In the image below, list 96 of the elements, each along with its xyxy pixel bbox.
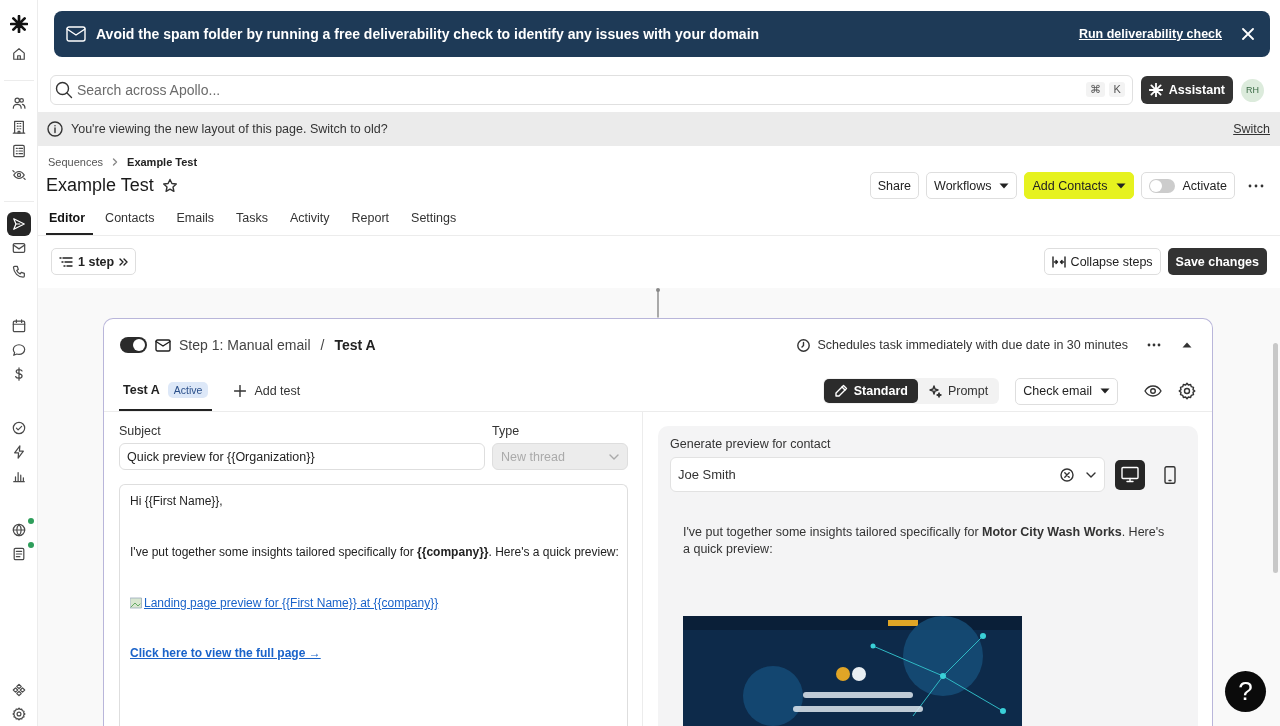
page-title: Example Test xyxy=(46,175,154,196)
bar-chart-icon[interactable] xyxy=(11,469,26,483)
star-icon[interactable] xyxy=(161,177,178,194)
caret-down-icon xyxy=(1100,388,1110,394)
contact-select[interactable]: Joe Smith xyxy=(670,457,1105,492)
scrollbar[interactable] xyxy=(1273,343,1278,573)
switch-link[interactable]: Switch xyxy=(1233,122,1270,136)
view-page-link[interactable]: Click here to view the full page → xyxy=(130,646,321,660)
close-icon[interactable] xyxy=(1242,28,1254,40)
email-paragraph: I've put together some insights tailored specifically for {{company}}. Here's a quick preview: xyxy=(130,544,617,561)
help-button[interactable]: ? xyxy=(1225,671,1266,712)
workflows-dropdown[interactable]: Workflows xyxy=(926,172,1018,199)
share-button[interactable]: Share xyxy=(869,172,920,199)
calendar-icon[interactable] xyxy=(11,319,26,333)
check-email-dropdown[interactable]: Check email xyxy=(1015,377,1118,405)
tab[interactable]: Editor xyxy=(46,203,94,235)
chevron-right-icon xyxy=(112,158,119,166)
field-label: Subject xyxy=(119,424,162,438)
breadcrumb-link[interactable]: Sequences xyxy=(48,156,104,168)
shortcut-key: K xyxy=(1109,82,1125,97)
mode-tab[interactable]: Standard xyxy=(823,379,918,403)
search-icon xyxy=(55,81,73,99)
mode-tab[interactable]: Prompt xyxy=(917,379,999,403)
image-link[interactable]: Landing page preview for {{First Name}} at {{company}} xyxy=(144,594,439,612)
chat-icon[interactable] xyxy=(11,343,26,357)
building-icon[interactable] xyxy=(11,120,26,134)
tab[interactable]: Contacts xyxy=(95,203,165,235)
save-changes-button[interactable]: Save changes xyxy=(1167,248,1267,275)
device-toggle[interactable] xyxy=(1115,459,1145,490)
more-icon[interactable] xyxy=(1147,343,1161,347)
preview-paragraph: I've put together some insights tailored specifically for Motor City Wash Works. Here's a quick preview: xyxy=(683,524,1166,558)
double-chevron-icon xyxy=(119,257,129,266)
caret-down-icon xyxy=(1115,182,1126,189)
pencil-icon xyxy=(833,384,848,398)
tab[interactable]: Tasks xyxy=(225,203,278,235)
more-icon[interactable] xyxy=(1248,183,1264,188)
add-contacts-button[interactable]: Add Contacts xyxy=(1024,172,1134,199)
collapse-steps-button[interactable]: Collapse steps xyxy=(1043,248,1161,275)
chevron-down-icon xyxy=(1086,471,1096,478)
list-icon[interactable] xyxy=(11,144,26,158)
deliverability-link[interactable]: Run deliverability check xyxy=(1078,27,1222,41)
steps-button[interactable]: 1 step xyxy=(51,248,137,275)
mail-icon[interactable] xyxy=(11,241,26,255)
mail-icon xyxy=(155,338,171,352)
separator: / xyxy=(320,337,325,353)
banner-message: Avoid the spam folder by running a free deliverability check to identify any issues with your domain xyxy=(96,26,761,42)
user-avatar[interactable]: RH xyxy=(1241,78,1264,102)
globe-icon[interactable] xyxy=(11,523,26,537)
eye-icon[interactable] xyxy=(1144,385,1162,397)
connector-line xyxy=(655,288,661,318)
notice-text: You're viewing the new layout of this page. Switch to old? xyxy=(71,122,389,136)
add-test-button[interactable]: Add test xyxy=(228,371,307,411)
people-icon[interactable] xyxy=(11,96,26,110)
collapse-icon xyxy=(1051,255,1066,268)
tab[interactable]: Settings xyxy=(401,203,467,235)
bolt-icon[interactable] xyxy=(11,445,26,459)
list-icon xyxy=(59,255,73,268)
tab[interactable]: Report xyxy=(341,203,400,235)
clear-icon[interactable] xyxy=(1060,467,1074,482)
home-icon[interactable] xyxy=(11,47,26,61)
tab[interactable]: Activity xyxy=(279,203,340,235)
email-paragraph: Hi {{First Name}}, xyxy=(130,493,224,510)
step-title: Step 1: Manual email xyxy=(179,337,311,353)
preview-label: Generate preview for contact xyxy=(670,437,832,451)
sparkle-icon xyxy=(927,384,942,398)
broken-image-icon xyxy=(130,597,142,609)
send-icon[interactable] xyxy=(11,217,26,231)
schedule-text: Schedules task immediately with due date in 30 minutes xyxy=(817,338,1128,352)
assistant-button[interactable]: Assistant xyxy=(1140,76,1233,104)
field-label: Type xyxy=(492,424,521,438)
shortcut-key: ⌘ xyxy=(1086,82,1106,97)
tab[interactable]: Emails xyxy=(166,203,224,235)
settings-icon[interactable] xyxy=(1178,382,1196,400)
phone-icon[interactable] xyxy=(11,265,26,279)
caret-up-icon[interactable] xyxy=(1182,342,1192,348)
monitor-icon xyxy=(1121,465,1139,484)
subject-field[interactable]: Quick preview for {{Organization}} xyxy=(119,443,485,470)
info-icon xyxy=(47,121,63,137)
breadcrumb-link[interactable]: Example Test xyxy=(127,156,198,168)
step-variant: Test A xyxy=(334,337,376,353)
asterisk-icon xyxy=(1148,83,1163,97)
status-badge: Active xyxy=(167,382,209,398)
check-circle-icon[interactable] xyxy=(11,421,26,435)
step-toggle[interactable] xyxy=(120,337,147,353)
phone-icon xyxy=(1161,465,1179,484)
chevron-down-icon xyxy=(609,453,619,460)
settings-icon[interactable] xyxy=(11,707,26,721)
caret-down-icon xyxy=(999,182,1010,189)
asterisk-logo-icon[interactable] xyxy=(9,15,28,33)
email-body-editor[interactable] xyxy=(119,484,628,726)
test-tab[interactable]: Test A xyxy=(123,383,160,397)
document-icon[interactable] xyxy=(11,547,26,561)
activate-toggle[interactable]: Activate xyxy=(1140,172,1235,199)
mail-icon xyxy=(66,26,86,42)
plus-icon xyxy=(234,385,247,397)
clock-icon xyxy=(797,338,811,352)
